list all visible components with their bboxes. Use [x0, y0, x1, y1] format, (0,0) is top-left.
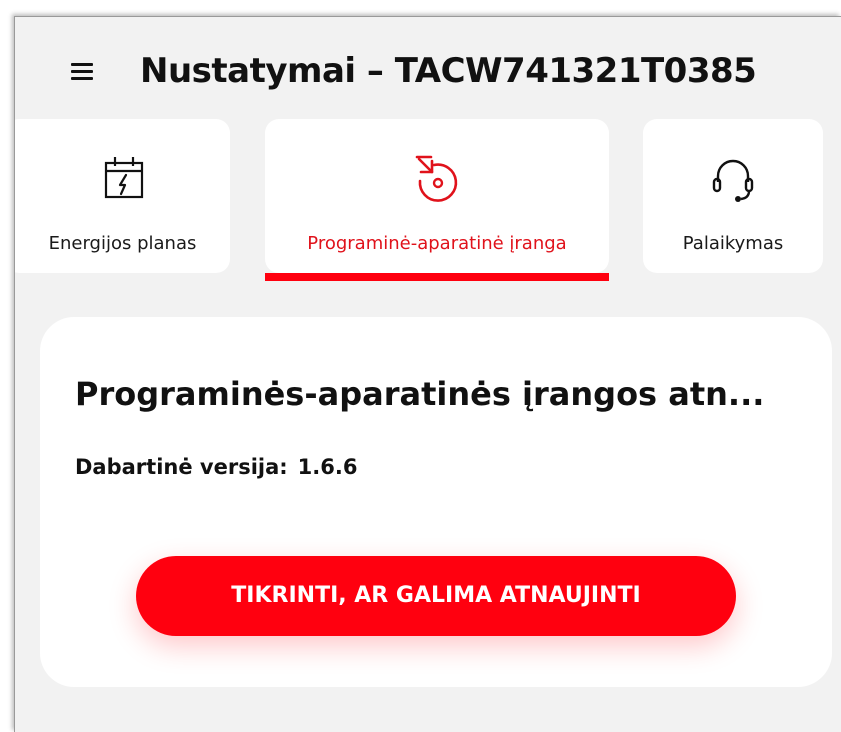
hamburger-menu-icon[interactable] [71, 63, 93, 81]
app-header: Nustatymai – TACW741321T0385 [15, 17, 841, 117]
tab-firmware[interactable]: Programinė-aparatinė įranga [265, 119, 609, 273]
tab-support[interactable]: Palaikymas [643, 119, 823, 273]
firmware-download-icon [415, 155, 458, 202]
active-tab-indicator [265, 273, 609, 281]
page-title: Nustatymai – TACW741321T0385 [140, 51, 757, 91]
version-label: Dabartinė versija: [75, 455, 288, 479]
version-value: 1.6.6 [297, 455, 358, 479]
tab-energy-plan[interactable]: Energijos planas [15, 119, 230, 273]
headset-icon [712, 159, 754, 202]
app-screen: Nustatymai – TACW741321T0385 Energijos p… [14, 16, 841, 732]
tab-label: Energijos planas [48, 233, 197, 254]
tab-label: Programinė-aparatinė įranga [307, 233, 567, 254]
calendar-bolt-icon [104, 157, 143, 199]
current-version-row: Dabartinė versija: 1.6.6 [75, 455, 357, 479]
check-for-update-button[interactable]: TIKRINTI, AR GALIMA ATNAUJINTI [136, 556, 736, 636]
firmware-update-card: Programinės-aparatinės įrangos atn... Da… [40, 317, 832, 687]
tab-label: Palaikymas [682, 233, 784, 254]
card-title: Programinės-aparatinės įrangos atn... [75, 375, 765, 413]
